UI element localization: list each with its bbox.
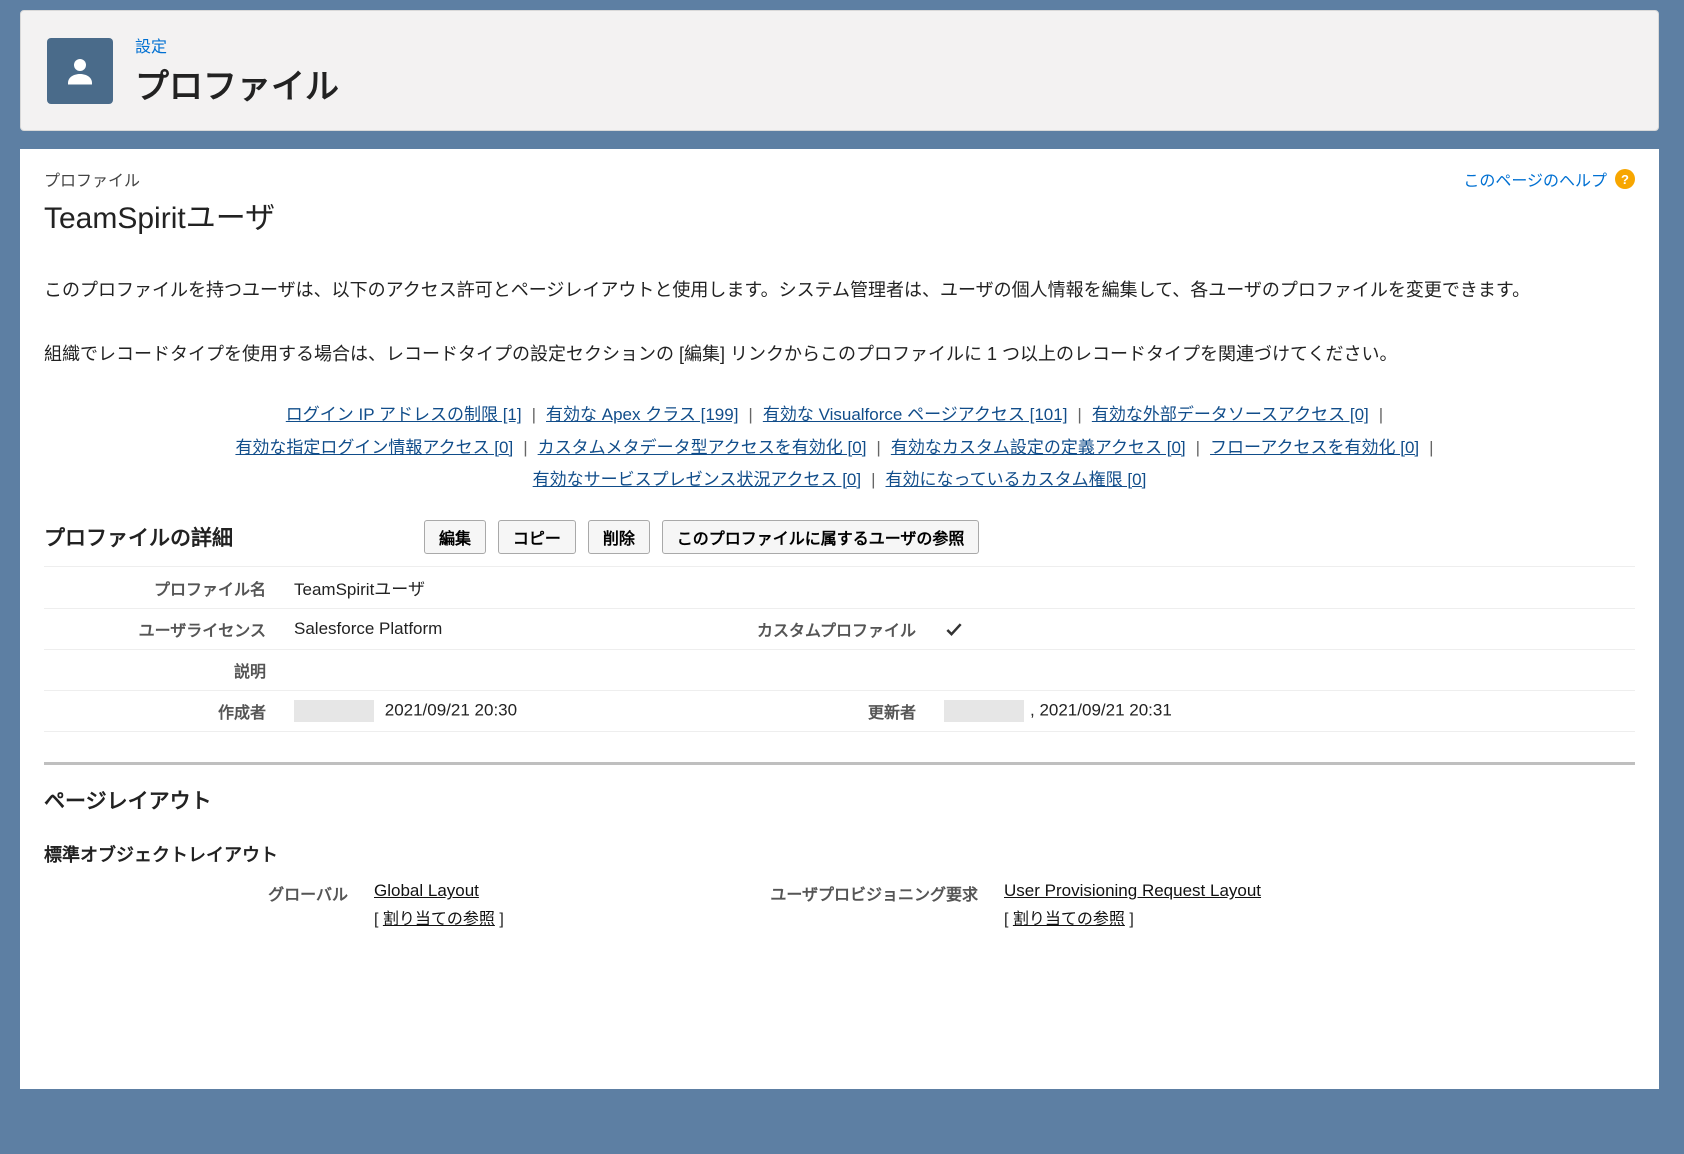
section-divider: [44, 762, 1635, 765]
detail-table: プロファイル名 TeamSpiritユーザ ユーザライセンス Salesforc…: [44, 566, 1635, 732]
custom-profile-label: カスタムプロファイル: [724, 609, 944, 650]
profile-name-value: TeamSpiritユーザ: [294, 567, 724, 609]
check-icon: [944, 620, 964, 640]
help-icon[interactable]: ?: [1615, 169, 1635, 189]
profile-icon: [47, 38, 113, 104]
assignment-link[interactable]: 割り当ての参照: [383, 911, 495, 928]
description-value: [294, 650, 724, 691]
related-link[interactable]: 有効なサービスプレゼンス状況アクセス [0]: [533, 470, 861, 489]
modified-by-date: , 2021/09/21 20:31: [1030, 701, 1172, 720]
view-users-button[interactable]: このプロファイルに属するユーザの参照: [662, 520, 980, 554]
header-title: プロファイル: [135, 59, 339, 108]
table-row: 説明: [44, 650, 1635, 691]
modified-by-label: 更新者: [724, 691, 944, 732]
related-link[interactable]: カスタムメタデータ型アクセスを有効化 [0]: [538, 438, 867, 457]
detail-buttons: 編集 コピー 削除 このプロファイルに属するユーザの参照: [424, 520, 987, 554]
redacted-name: [944, 700, 1024, 722]
help-link[interactable]: このページのヘルプ: [1463, 167, 1607, 191]
header-titles: 設定 プロファイル: [135, 33, 339, 108]
related-link[interactable]: 有効な外部データソースアクセス [0]: [1092, 405, 1369, 424]
related-link[interactable]: 有効な指定ログイン情報アクセス [0]: [235, 438, 513, 457]
created-by-value: 2021/09/21 20:30: [294, 691, 724, 732]
layout-table: グローバル Global Layout [ 割り当ての参照 ] ユーザプロビジョ…: [44, 877, 1635, 933]
page-description: このプロファイルを持つユーザは、以下のアクセス許可とページレイアウトと使用します…: [44, 273, 1635, 371]
redacted-name: [294, 700, 374, 722]
main-panel: プロファイル TeamSpiritユーザ このページのヘルプ ? このプロファイ…: [20, 149, 1659, 1089]
modified-by-value: , 2021/09/21 20:31: [944, 691, 1635, 732]
table-row: 作成者 2021/09/21 20:30 更新者 , 2021/09/21 20…: [44, 691, 1635, 732]
related-links: ログイン IP アドレスの制限 [1]|有効な Apex クラス [199]|有…: [84, 399, 1595, 496]
table-row: プロファイル名 TeamSpiritユーザ: [44, 567, 1635, 609]
description-p1: このプロファイルを持つユーザは、以下のアクセス許可とページレイアウトと使用します…: [44, 273, 1635, 307]
table-row: ユーザライセンス Salesforce Platform カスタムプロファイル: [44, 609, 1635, 650]
related-link[interactable]: 有効な Visualforce ページアクセス [101]: [763, 405, 1068, 424]
created-by-label: 作成者: [44, 691, 294, 732]
related-link[interactable]: ログイン IP アドレスの制限 [1]: [286, 405, 522, 424]
layout-left-label: グローバル: [44, 877, 374, 933]
layout-right-label: ユーザプロビジョニング要求: [744, 877, 1004, 933]
assignment-link[interactable]: 割り当ての参照: [1013, 911, 1125, 928]
breadcrumb: プロファイル: [44, 167, 275, 191]
created-by-date: 2021/09/21 20:30: [385, 701, 517, 720]
related-link[interactable]: 有効になっているカスタム権限 [0]: [886, 470, 1147, 489]
user-license-label: ユーザライセンス: [44, 609, 294, 650]
layout-left-link[interactable]: Global Layout: [374, 881, 479, 900]
layout-right-link[interactable]: User Provisioning Request Layout: [1004, 881, 1261, 900]
setup-header-card: 設定 プロファイル: [20, 10, 1659, 131]
page-layout-subtitle: 標準オブジェクトレイアウト: [44, 841, 1635, 867]
custom-profile-value: [944, 609, 1635, 650]
page-layout-title: ページレイアウト: [44, 785, 1635, 815]
related-link[interactable]: フローアクセスを有効化 [0]: [1210, 438, 1419, 457]
page-title: TeamSpiritユーザ: [44, 193, 275, 237]
user-license-value: Salesforce Platform: [294, 609, 724, 650]
edit-button[interactable]: 編集: [424, 520, 486, 554]
copy-button[interactable]: コピー: [498, 520, 576, 554]
related-link[interactable]: 有効なカスタム設定の定義アクセス [0]: [891, 438, 1186, 457]
profile-name-label: プロファイル名: [44, 567, 294, 609]
related-link[interactable]: 有効な Apex クラス [199]: [546, 405, 738, 424]
header-sup: 設定: [135, 33, 339, 57]
delete-button[interactable]: 削除: [588, 520, 650, 554]
description-label: 説明: [44, 650, 294, 691]
description-p2: 組織でレコードタイプを使用する場合は、レコードタイプの設定セクションの [編集]…: [44, 337, 1635, 371]
detail-section-title: プロファイルの詳細: [44, 522, 424, 552]
table-row: グローバル Global Layout [ 割り当ての参照 ] ユーザプロビジョ…: [44, 877, 1635, 933]
